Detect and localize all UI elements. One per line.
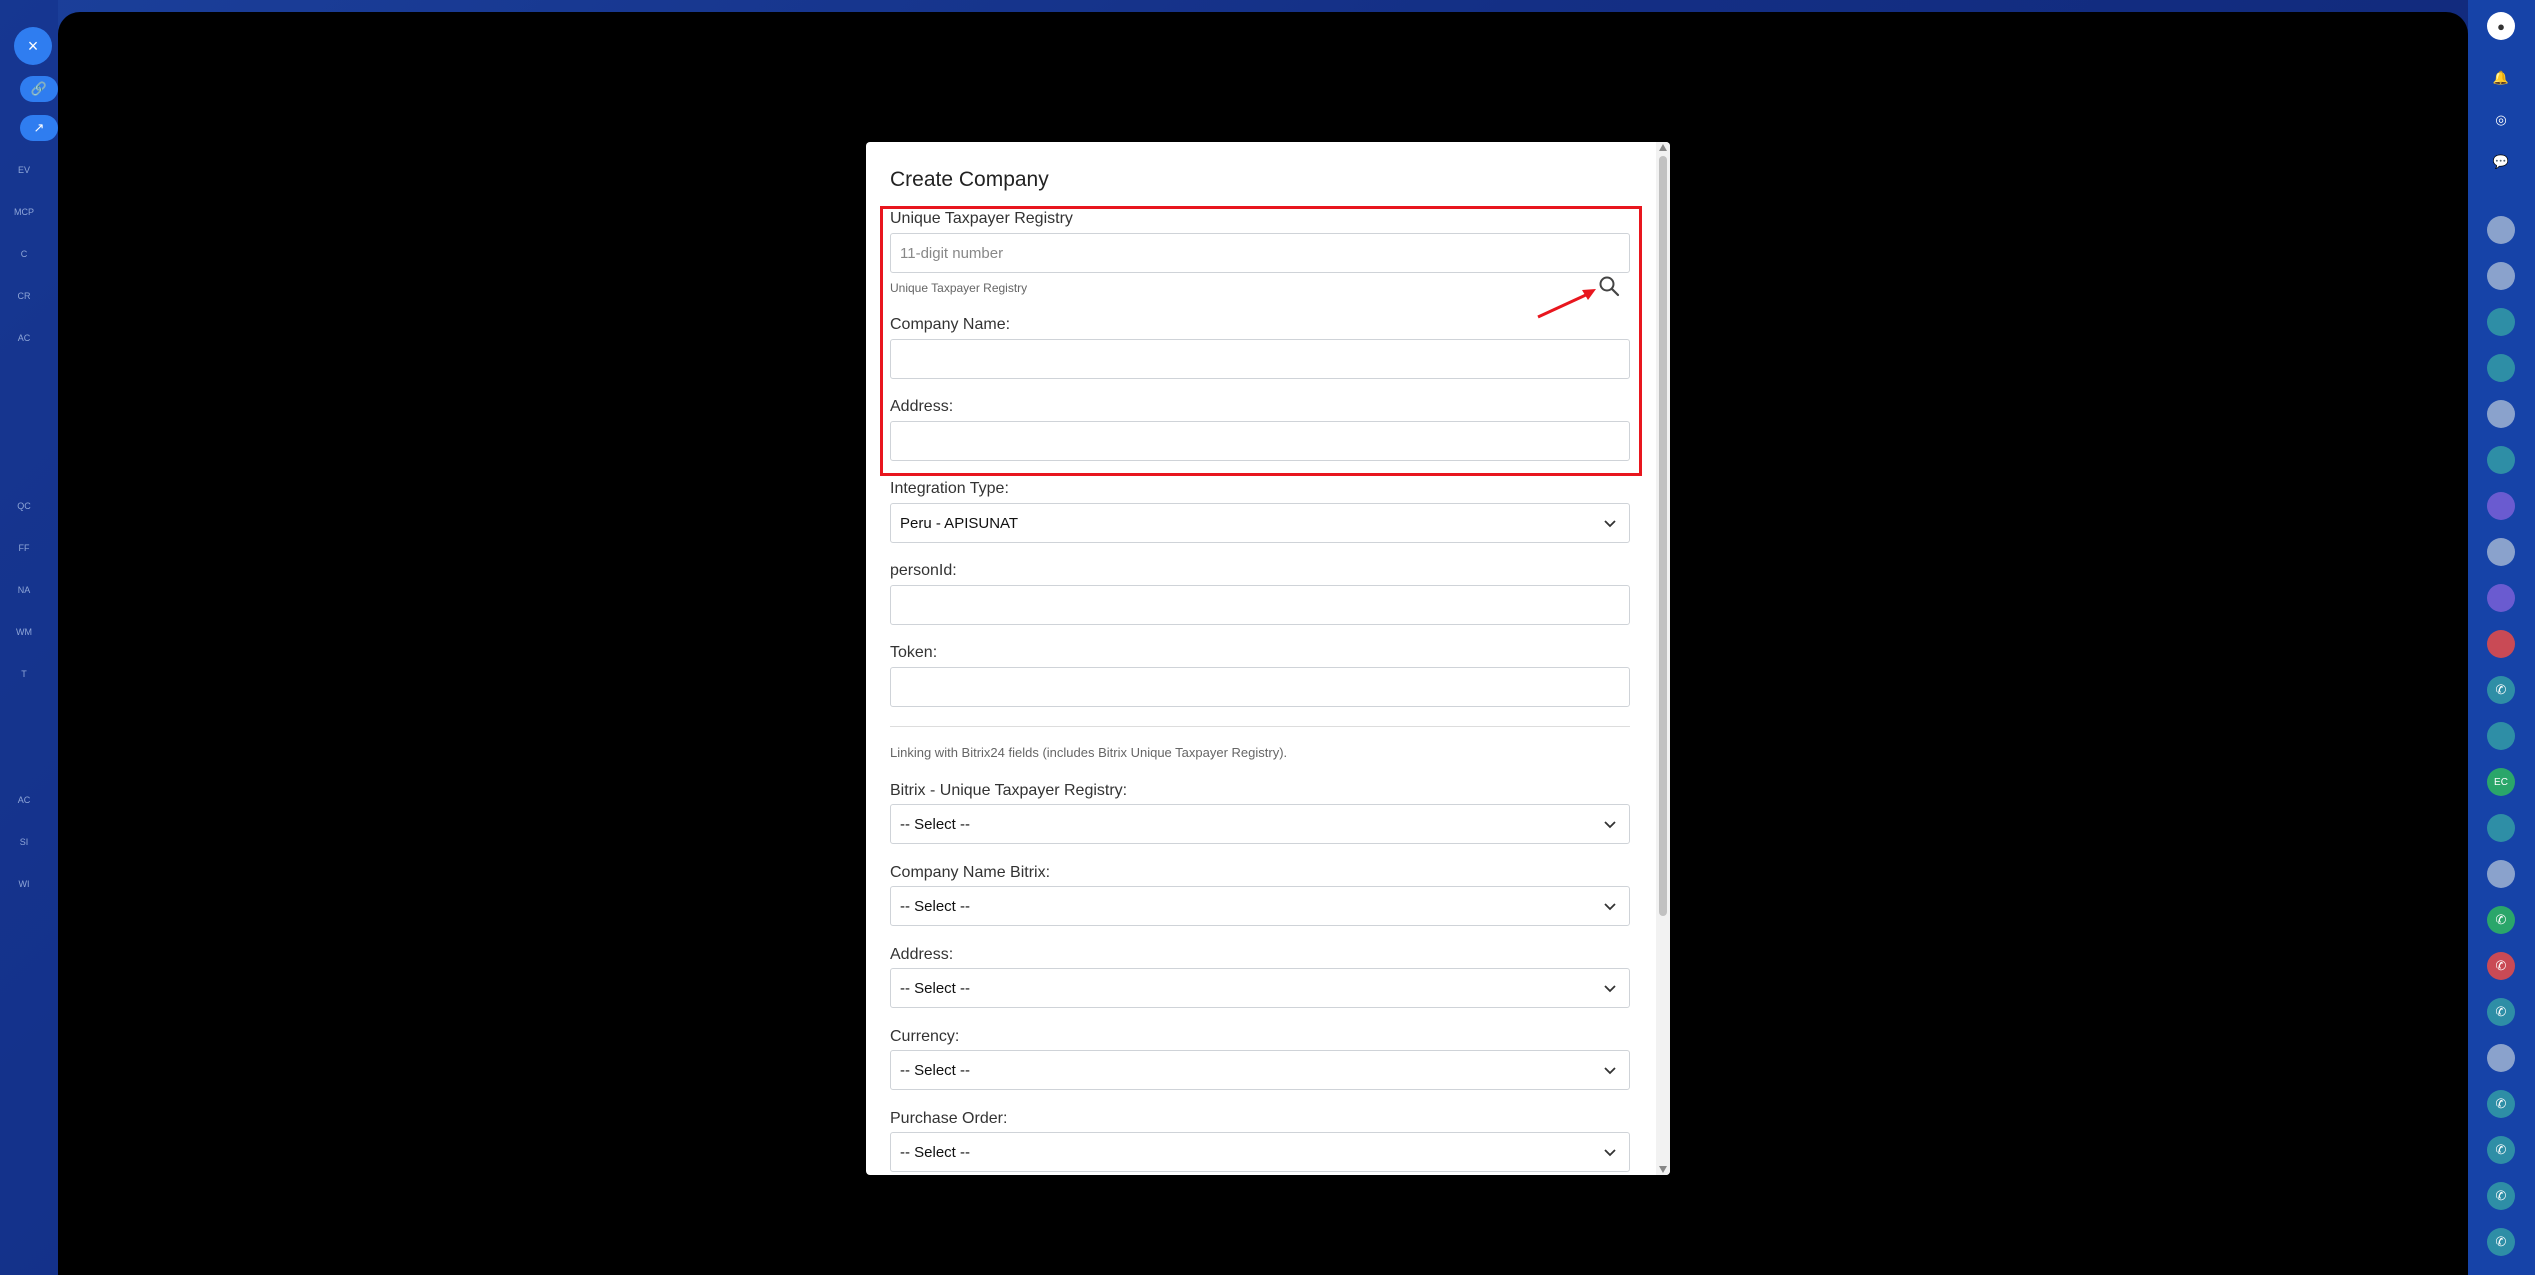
chat-bubble-icon[interactable] <box>2487 354 2515 382</box>
search-icon[interactable] <box>1598 275 1620 297</box>
contact-avatar[interactable] <box>2487 216 2515 244</box>
ruc-input[interactable] <box>890 233 1630 273</box>
person-id-input[interactable] <box>890 585 1630 625</box>
token-input[interactable] <box>890 667 1630 707</box>
sidebar-item-wi[interactable]: WI <box>10 870 38 898</box>
scrollbar-thumb[interactable] <box>1659 156 1667 916</box>
company-name-bitrix-label: Company Name Bitrix: <box>890 864 1051 881</box>
purchase-order-value: -- Select -- <box>900 1143 971 1161</box>
currency-label: Currency: <box>890 1028 960 1045</box>
modal-title: Create Company <box>890 168 1049 191</box>
bookmark-icon[interactable] <box>2487 446 2515 474</box>
bitrix-address-value: -- Select -- <box>900 979 971 997</box>
user-avatar[interactable]: ● <box>2487 12 2515 40</box>
sidebar-item-mcp[interactable]: MCP <box>10 198 38 226</box>
chevron-down-icon <box>1604 1067 1616 1075</box>
company-name-label: Company Name: <box>890 316 1011 333</box>
bell-icon[interactable]: 🔔 <box>2487 64 2515 92</box>
sidebar-item-si[interactable]: SI <box>10 828 38 856</box>
phone-icon[interactable]: ✆ <box>2487 1090 2515 1118</box>
contact-avatar[interactable] <box>2487 308 2515 336</box>
linking-note: Linking with Bitrix24 fields (includes B… <box>890 745 1288 760</box>
company-name-bitrix-value: -- Select -- <box>900 897 971 915</box>
phone-icon[interactable]: ✆ <box>2487 676 2515 704</box>
close-slider-button[interactable]: × <box>14 27 52 65</box>
section-divider <box>890 726 1630 727</box>
copilot-chat-icon[interactable] <box>2487 492 2515 520</box>
external-open-icon[interactable]: ↗ <box>20 115 58 141</box>
integration-type-value: Peru - APISUNAT <box>900 514 1019 532</box>
address-label: Address: <box>890 398 954 415</box>
sidebar-item-ac[interactable]: AC <box>10 324 38 352</box>
chevron-down-icon <box>1604 821 1616 829</box>
close-icon: × <box>27 35 39 56</box>
phone-icon[interactable]: ✆ <box>2487 1182 2515 1210</box>
purchase-order-select[interactable]: -- Select -- <box>890 1132 1630 1172</box>
address-input[interactable] <box>890 421 1630 461</box>
sidebar-item-ff[interactable]: FF <box>10 534 38 562</box>
person-id-label: personId: <box>890 562 957 579</box>
phone-icon[interactable]: ✆ <box>2487 1136 2515 1164</box>
sidebar-item-ev[interactable]: EV <box>10 156 38 184</box>
chevron-down-icon <box>1604 903 1616 911</box>
sidebar-item-ac-2[interactable]: AC <box>10 786 38 814</box>
integration-type-select[interactable]: Peru - APISUNAT <box>890 503 1630 543</box>
sidebar-item-c[interactable]: C <box>10 240 38 268</box>
bitrix-ruc-select[interactable]: -- Select -- <box>890 804 1630 844</box>
company-name-bitrix-select[interactable]: -- Select -- <box>890 886 1630 926</box>
copilot-chat-icon[interactable] <box>2487 584 2515 612</box>
calendar-icon[interactable] <box>2487 814 2515 842</box>
chevron-down-icon <box>1604 1149 1616 1157</box>
chevron-down-icon <box>1604 520 1616 528</box>
currency-value: -- Select -- <box>900 1061 971 1079</box>
ruc-help-text: Unique Taxpayer Registry <box>890 281 1028 295</box>
create-company-modal: Create Company Unique Taxpayer Registry … <box>866 142 1670 1175</box>
bitrix-ruc-value: -- Select -- <box>900 815 971 833</box>
phone-icon[interactable]: ✆ <box>2487 906 2515 934</box>
chat-icon[interactable]: 💬 <box>2487 148 2515 176</box>
sidebar-item-cr[interactable]: CR <box>10 282 38 310</box>
contact-card-icon[interactable] <box>2487 722 2515 750</box>
purchase-order-label: Purchase Order: <box>890 1110 1008 1127</box>
sidebar-item-t[interactable]: T <box>10 660 38 688</box>
scroll-down-arrow-icon[interactable] <box>1659 1166 1667 1173</box>
copilot-icon[interactable]: ◎ <box>2487 106 2515 134</box>
right-sidebar: ● 🔔 ◎ 💬 ✆ EC ✆ ✆ ✆ ✆ ✆ ✆ ✆ <box>2468 0 2535 1275</box>
integration-type-label: Integration Type: <box>890 480 1009 497</box>
ec-badge[interactable]: EC <box>2487 768 2515 796</box>
bitrix-address-label: Address: <box>890 946 954 963</box>
link-icon[interactable]: 🔗 <box>20 76 58 102</box>
company-name-input[interactable] <box>890 339 1630 379</box>
left-sidebar: × 🔗 ↗ EV MCP C CR AC QC FF NA WM T AC SI… <box>0 0 58 1275</box>
token-label: Token: <box>890 644 938 661</box>
bitrix-ruc-label: Bitrix - Unique Taxpayer Registry: <box>890 782 1128 799</box>
contact-avatar[interactable] <box>2487 538 2515 566</box>
contact-avatar[interactable] <box>2487 400 2515 428</box>
bitrix-address-select[interactable]: -- Select -- <box>890 968 1630 1008</box>
modal-scrollbar[interactable] <box>1656 142 1670 1175</box>
phone-icon[interactable]: ✆ <box>2487 998 2515 1026</box>
contact-avatar[interactable] <box>2487 262 2515 290</box>
scroll-up-arrow-icon[interactable] <box>1659 144 1667 151</box>
sidebar-item-wm[interactable]: WM <box>10 618 38 646</box>
contact-avatar[interactable] <box>2487 860 2515 888</box>
phone-icon[interactable]: ✆ <box>2487 1228 2515 1256</box>
sidebar-item-qc[interactable]: QC <box>10 492 38 520</box>
currency-select[interactable]: -- Select -- <box>890 1050 1630 1090</box>
contact-avatar[interactable] <box>2487 1044 2515 1072</box>
phone-icon[interactable]: ✆ <box>2487 952 2515 980</box>
ruc-label: Unique Taxpayer Registry <box>890 210 1073 227</box>
sidebar-item-na[interactable]: NA <box>10 576 38 604</box>
chevron-down-icon <box>1604 985 1616 993</box>
contact-avatar[interactable] <box>2487 630 2515 658</box>
red-arrow-annotation <box>1537 289 1596 319</box>
